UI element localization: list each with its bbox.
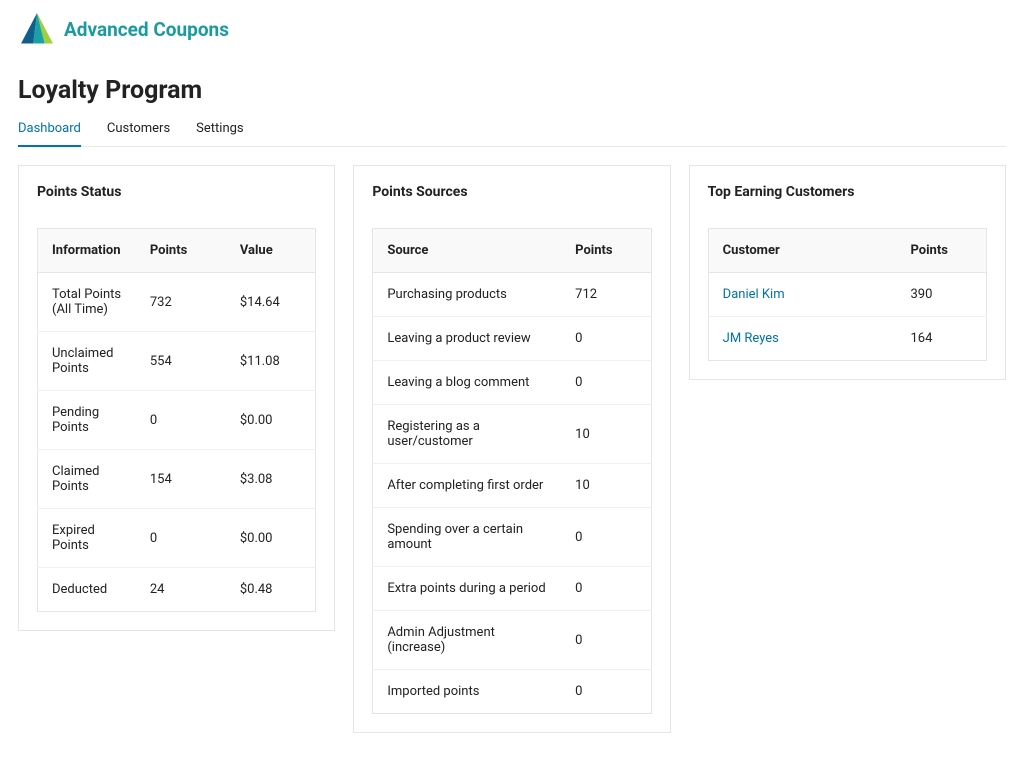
page-title: Loyalty Program <box>18 76 1006 105</box>
brand: Advanced Coupons <box>18 10 1006 48</box>
table-row: Spending over a certain amount 0 <box>373 508 651 567</box>
cell-points: 10 <box>561 464 651 508</box>
cell-info: Deducted <box>38 568 136 612</box>
customer-link[interactable]: JM Reyes <box>723 331 779 346</box>
cell-customer: Daniel Kim <box>708 273 896 317</box>
table-row: Deducted 24 $0.48 <box>38 568 316 612</box>
panel-top-customers: Top Earning Customers Customer Points Da… <box>689 165 1006 380</box>
table-row: Admin Adjustment (increase) 0 <box>373 611 651 670</box>
col-header-points: Points <box>896 229 986 273</box>
points-status-table: Information Points Value Total Points (A… <box>37 228 316 612</box>
cell-value: $3.08 <box>226 450 316 509</box>
cell-value: $11.08 <box>226 332 316 391</box>
page-root: Advanced Coupons Loyalty Program Dashboa… <box>0 0 1024 763</box>
table-row: Purchasing products 712 <box>373 273 651 317</box>
table-row: Claimed Points 154 $3.08 <box>38 450 316 509</box>
cell-points: 0 <box>561 508 651 567</box>
cell-value: $0.00 <box>226 509 316 568</box>
tab-settings[interactable]: Settings <box>196 115 243 146</box>
cell-value: $0.48 <box>226 568 316 612</box>
cell-info: Claimed Points <box>38 450 136 509</box>
panel-points-status: Points Status Information Points Value T… <box>18 165 335 631</box>
tab-dashboard[interactable]: Dashboard <box>18 115 81 146</box>
cell-points: 0 <box>561 611 651 670</box>
cell-info: Total Points (All Time) <box>38 273 136 332</box>
cell-points: 164 <box>896 317 986 361</box>
cell-info: Pending Points <box>38 391 136 450</box>
table-row: Leaving a blog comment 0 <box>373 361 651 405</box>
panels-row: Points Status Information Points Value T… <box>18 165 1006 733</box>
table-row: Expired Points 0 $0.00 <box>38 509 316 568</box>
table-row: Leaving a product review 0 <box>373 317 651 361</box>
col-header-customer: Customer <box>708 229 896 273</box>
cell-points: 24 <box>136 568 226 612</box>
col-header-points: Points <box>136 229 226 273</box>
cell-source: Leaving a product review <box>373 317 561 361</box>
table-row: Extra points during a period 0 <box>373 567 651 611</box>
cell-points: 0 <box>136 509 226 568</box>
cell-info: Unclaimed Points <box>38 332 136 391</box>
tab-customers[interactable]: Customers <box>107 115 170 146</box>
table-row: Daniel Kim 390 <box>708 273 986 317</box>
panel-points-sources: Points Sources Source Points Purchasing … <box>353 165 670 733</box>
cell-source: Leaving a blog comment <box>373 361 561 405</box>
cell-customer: JM Reyes <box>708 317 896 361</box>
panel-title-points-status: Points Status <box>37 184 316 200</box>
cell-points: 0 <box>561 670 651 714</box>
cell-value: $0.00 <box>226 391 316 450</box>
table-row: Unclaimed Points 554 $11.08 <box>38 332 316 391</box>
cell-points: 0 <box>561 361 651 405</box>
top-customers-table: Customer Points Daniel Kim 390 JM Reyes … <box>708 228 987 361</box>
cell-points: 554 <box>136 332 226 391</box>
cell-source: Purchasing products <box>373 273 561 317</box>
cell-points: 10 <box>561 405 651 464</box>
cell-source: Admin Adjustment (increase) <box>373 611 561 670</box>
cell-source: Registering as a user/customer <box>373 405 561 464</box>
cell-source: After completing first order <box>373 464 561 508</box>
table-row: Pending Points 0 $0.00 <box>38 391 316 450</box>
col-header-points: Points <box>561 229 651 273</box>
brand-logo-icon <box>18 10 56 48</box>
table-row: Total Points (All Time) 732 $14.64 <box>38 273 316 332</box>
cell-info: Expired Points <box>38 509 136 568</box>
customer-link[interactable]: Daniel Kim <box>723 287 785 302</box>
panel-title-points-sources: Points Sources <box>372 184 651 200</box>
cell-source: Extra points during a period <box>373 567 561 611</box>
cell-points: 154 <box>136 450 226 509</box>
cell-source: Imported points <box>373 670 561 714</box>
cell-points: 390 <box>896 273 986 317</box>
points-sources-table: Source Points Purchasing products 712 Le… <box>372 228 651 714</box>
table-row: JM Reyes 164 <box>708 317 986 361</box>
cell-points: 0 <box>561 567 651 611</box>
panel-title-top-customers: Top Earning Customers <box>708 184 987 200</box>
cell-value: $14.64 <box>226 273 316 332</box>
col-header-value: Value <box>226 229 316 273</box>
table-row: Imported points 0 <box>373 670 651 714</box>
col-header-information: Information <box>38 229 136 273</box>
cell-points: 732 <box>136 273 226 332</box>
brand-name: Advanced Coupons <box>64 18 229 41</box>
table-row: After completing first order 10 <box>373 464 651 508</box>
table-row: Registering as a user/customer 10 <box>373 405 651 464</box>
cell-points: 0 <box>561 317 651 361</box>
cell-source: Spending over a certain amount <box>373 508 561 567</box>
cell-points: 712 <box>561 273 651 317</box>
tabs: Dashboard Customers Settings <box>18 115 1006 147</box>
col-header-source: Source <box>373 229 561 273</box>
cell-points: 0 <box>136 391 226 450</box>
